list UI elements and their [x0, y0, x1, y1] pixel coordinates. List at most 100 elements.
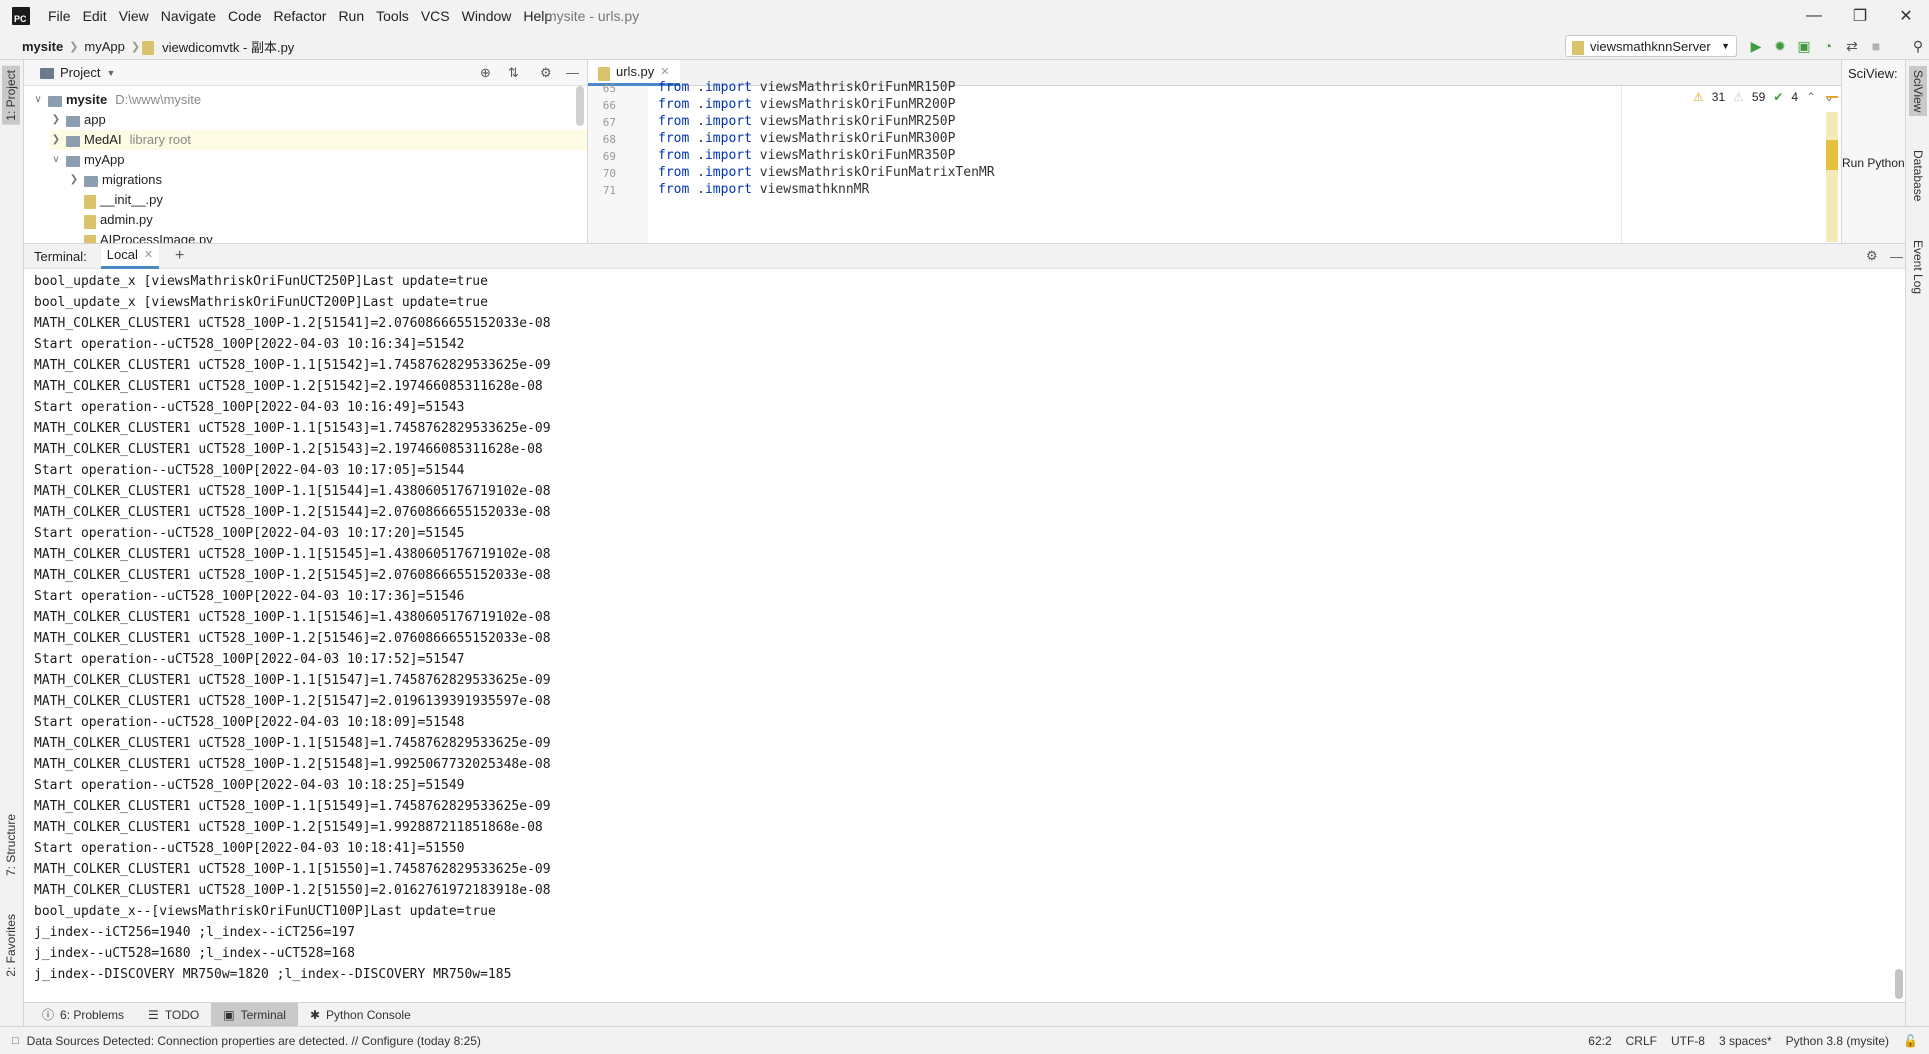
python-file-icon — [84, 215, 96, 229]
file-encoding[interactable]: UTF-8 — [1664, 1034, 1712, 1048]
chevron-down-icon[interactable]: ▼ — [106, 68, 115, 78]
tool-tab-event-log[interactable]: Event Log — [1909, 236, 1927, 298]
tree-item-label: migrations — [102, 172, 162, 187]
chevron-down-icon[interactable]: ∨ — [50, 150, 62, 170]
tool-window-todo[interactable]: ☰ TODO — [136, 1003, 211, 1027]
collapse-all-icon[interactable]: ⇅ — [508, 65, 519, 81]
tree-item-label: myApp — [84, 152, 125, 167]
python-interpreter[interactable]: Python 3.8 (mysite) — [1779, 1034, 1896, 1048]
tool-window-python-console[interactable]: ✱ Python Console — [298, 1003, 423, 1027]
close-tab-icon[interactable]: ✕ — [660, 65, 669, 78]
tool-tab-project[interactable]: 1: Project — [2, 66, 20, 125]
editor-scroll-thumb[interactable] — [1826, 140, 1838, 170]
weak-warning-icon: ⚠ — [1733, 90, 1744, 104]
locate-icon[interactable]: ⊕ — [480, 65, 491, 81]
keyword: from — [658, 80, 690, 95]
breadcrumb-item[interactable]: myApp — [80, 39, 128, 54]
line-number: 67 — [602, 116, 616, 129]
code-line[interactable]: from .import viewsMathriskOriFunMR250P — [658, 114, 955, 129]
menu-edit[interactable]: Edit — [77, 0, 113, 32]
tree-item[interactable]: __init__.py — [68, 190, 163, 210]
tree-item[interactable]: ❯ app — [50, 110, 106, 130]
terminal-line: Start operation--uCT528_100P[2022-04-03 … — [34, 526, 465, 541]
debug-icon[interactable]: ✹ — [1772, 38, 1788, 54]
problems-icon: ⓘ — [42, 1008, 55, 1022]
tree-item[interactable]: ❯ MedAI library root — [50, 130, 587, 150]
tool-window-terminal[interactable]: ▣ Terminal — [211, 1002, 298, 1027]
tool-tab-favorites[interactable]: 2: Favorites — [2, 910, 20, 981]
menu-file[interactable]: File — [42, 0, 77, 32]
error-stripe-mark[interactable] — [1826, 96, 1838, 98]
tool-window-label: Terminal — [240, 1007, 286, 1022]
keyword: from — [658, 114, 690, 129]
close-icon[interactable]: ✕ — [1883, 0, 1929, 32]
tree-item[interactable]: ∨ mysite D:\www\mysite — [32, 90, 201, 110]
indent-setting[interactable]: 3 spaces* — [1712, 1034, 1779, 1048]
lock-icon[interactable]: 🔓 — [1896, 1034, 1925, 1048]
terminal-tab-local[interactable]: Local ✕ — [100, 243, 160, 269]
code-line[interactable]: from .import viewsMathriskOriFunMatrixTe… — [658, 165, 995, 180]
code-line[interactable]: from .import viewsmathknnMR — [658, 182, 869, 197]
menu-run[interactable]: Run — [332, 0, 370, 32]
keyword: import — [704, 97, 752, 112]
tool-window-problems[interactable]: ⓘ 6: Problems — [30, 1003, 136, 1027]
minimize-icon[interactable]: — — [1791, 0, 1837, 32]
chevron-right-icon[interactable]: ❯ — [68, 170, 80, 190]
menu-code[interactable]: Code — [222, 0, 267, 32]
menu-refactor[interactable]: Refactor — [268, 0, 333, 32]
run-icon[interactable]: ▶ — [1748, 38, 1764, 54]
status-message[interactable]: Data Sources Detected: Connection proper… — [27, 1034, 481, 1048]
editor-scrollbar[interactable] — [1826, 112, 1838, 242]
gear-icon[interactable]: ⚙ — [1866, 248, 1878, 264]
code-line[interactable]: from .import viewsMathriskOriFunMR300P — [658, 131, 955, 146]
stop-icon[interactable]: ■ — [1868, 38, 1884, 54]
add-terminal-icon[interactable]: + — [175, 247, 184, 265]
menu-navigate[interactable]: Navigate — [155, 0, 222, 32]
breadcrumb-item[interactable]: mysite — [18, 39, 67, 54]
restore-icon[interactable]: ❐ — [1837, 0, 1883, 32]
search-icon[interactable]: ⚲ — [1910, 38, 1926, 54]
tree-item[interactable]: ❯ migrations — [68, 170, 162, 190]
window-title: mysite - urls.py — [545, 8, 640, 24]
build-icon[interactable]: ⇄ — [1844, 38, 1860, 54]
chevron-up-icon[interactable]: ⌃ — [1806, 90, 1816, 104]
menu-view[interactable]: View — [113, 0, 155, 32]
project-panel-title[interactable]: Project — [60, 65, 100, 80]
inspection-widget[interactable]: ⚠ 31 ⚠ 59 ✔ 4 ⌃ ⌄ — [1693, 90, 1834, 104]
breadcrumb-item[interactable]: viewdicomvtk - 副本.py — [158, 37, 298, 56]
terminal-scrollbar[interactable] — [1895, 969, 1903, 999]
gear-icon[interactable]: ⚙ — [540, 65, 552, 81]
keyword: from — [658, 182, 690, 197]
menu-tools[interactable]: Tools — [370, 0, 415, 32]
menu-window[interactable]: Window — [456, 0, 518, 32]
terminal-line: MATH_COLKER_CLUSTER1 uCT528_100P-1.1[515… — [34, 862, 551, 877]
hide-icon[interactable]: — — [566, 65, 579, 80]
chevron-right-icon[interactable]: ❯ — [50, 130, 62, 150]
close-tab-icon[interactable]: ✕ — [144, 248, 153, 261]
profile-icon[interactable]: ◔ — [1820, 38, 1836, 54]
caret-position[interactable]: 62:2 — [1581, 1034, 1618, 1048]
menu-vcs[interactable]: VCS — [415, 0, 456, 32]
chevron-down-icon[interactable]: ∨ — [32, 90, 44, 110]
tool-tab-sciview[interactable]: SciView — [1909, 66, 1927, 117]
terminal-line: MATH_COLKER_CLUSTER1 uCT528_100P-1.1[515… — [34, 358, 551, 373]
keyword: import — [704, 131, 752, 146]
line-separator[interactable]: CRLF — [1619, 1034, 1664, 1048]
terminal-output[interactable]: bool_update_x [viewsMathriskOriFunUCT250… — [24, 269, 1905, 1002]
tree-item[interactable]: AIProcessImage.py — [68, 230, 213, 243]
hide-icon[interactable]: — — [1890, 249, 1903, 264]
terminal-line: MATH_COLKER_CLUSTER1 uCT528_100P-1.2[515… — [34, 631, 551, 646]
tree-item[interactable]: admin.py — [68, 210, 153, 230]
scrollbar[interactable] — [576, 86, 584, 126]
chevron-right-icon[interactable]: ❯ — [50, 110, 62, 130]
code-line[interactable]: from .import viewsMathriskOriFunMR150P — [658, 80, 955, 95]
coverage-icon[interactable]: ▣ — [1796, 38, 1812, 54]
tool-tab-structure[interactable]: 7: Structure — [2, 810, 20, 880]
code-line[interactable]: from .import viewsMathriskOriFunMR350P — [658, 148, 955, 163]
tree-item-label: AIProcessImage.py — [100, 232, 213, 243]
tool-tab-database[interactable]: Database — [1909, 146, 1927, 205]
code-line[interactable]: from .import viewsMathriskOriFunMR200P — [658, 97, 955, 112]
run-configuration-select[interactable]: viewsmathknnServer ▼ — [1565, 35, 1737, 57]
run-python-label[interactable]: Run Python — [1842, 156, 1905, 170]
tree-item[interactable]: ∨ myApp — [50, 150, 124, 170]
